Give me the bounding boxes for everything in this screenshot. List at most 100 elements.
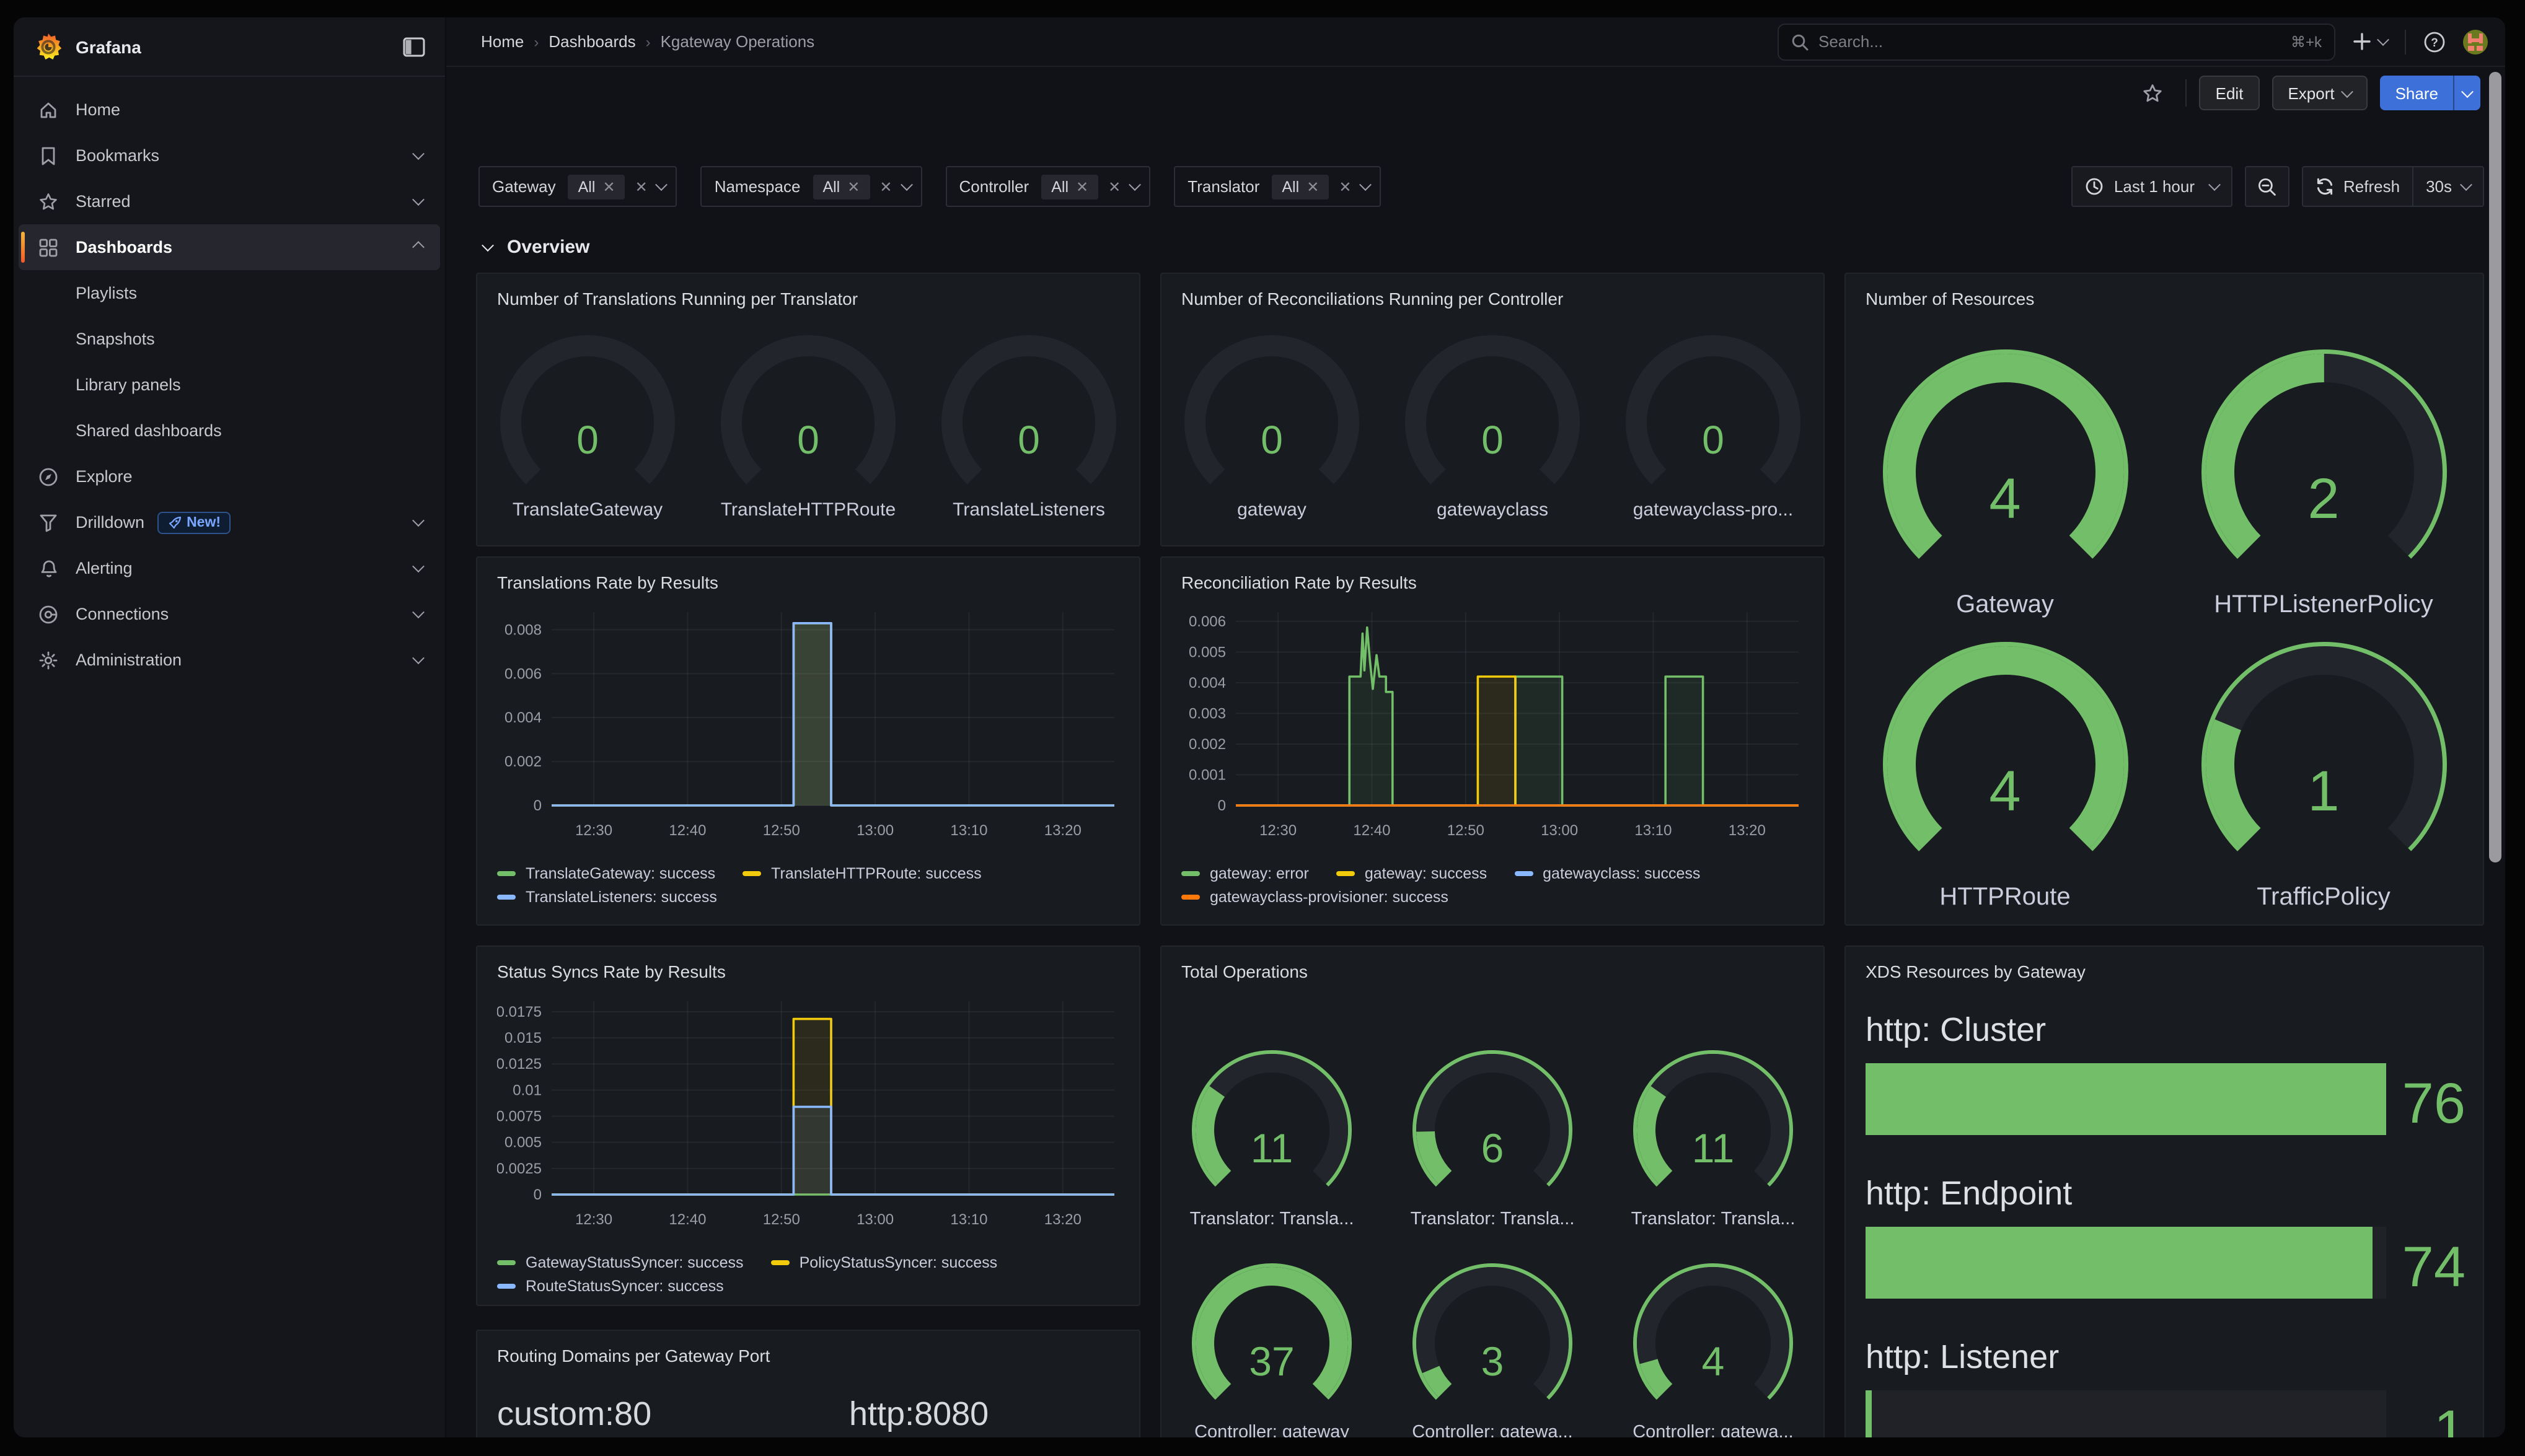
svg-text:0.0175: 0.0175 — [497, 1004, 542, 1020]
filter-clear-icon[interactable]: ✕ — [1108, 178, 1121, 195]
chart-plot[interactable]: 00.0020.0040.0060.00812:3012:4012:5013:0… — [497, 600, 1122, 867]
chip-remove-icon[interactable]: ✕ — [1076, 178, 1088, 195]
chevron-down-icon — [412, 147, 425, 160]
legend-swatch — [497, 1260, 516, 1266]
filter-value-chip[interactable]: All✕ — [1041, 174, 1098, 199]
sidebar-item-home[interactable]: Home — [19, 87, 440, 133]
compass-icon — [38, 467, 58, 486]
grafana-logo-icon[interactable] — [33, 32, 63, 61]
svg-text:12:50: 12:50 — [763, 1211, 800, 1228]
share-button[interactable]: Share — [2381, 76, 2480, 110]
time-range-picker[interactable]: Last 1 hour — [2072, 166, 2232, 207]
breadcrumb-item[interactable]: Home — [481, 32, 524, 51]
add-button[interactable] — [2353, 32, 2387, 51]
scrollbar-thumb[interactable] — [2489, 72, 2501, 862]
filter-translator[interactable]: Translator All✕ ✕ — [1174, 166, 1381, 207]
legend-item[interactable]: RouteStatusSyncer: success — [497, 1278, 724, 1295]
share-dropdown-button[interactable] — [2453, 76, 2480, 110]
filter-clear-icon[interactable]: ✕ — [635, 178, 648, 195]
filter-value-chip[interactable]: All✕ — [813, 174, 870, 199]
sidebar-item-explore[interactable]: Explore — [19, 454, 440, 499]
dock-menu-icon[interactable] — [403, 37, 425, 56]
search-input[interactable]: Search... ⌘+k — [1778, 23, 2335, 60]
edit-button[interactable]: Edit — [2200, 76, 2260, 110]
legend-item[interactable]: TranslateGateway: success — [497, 865, 715, 882]
chart-plot[interactable]: 00.0010.0020.0030.0040.0050.00612:3012:4… — [1181, 600, 1806, 867]
filter-gateway[interactable]: Gateway All✕ ✕ — [478, 166, 677, 207]
chart-plot[interactable]: 00.00250.0050.00750.010.01250.0150.01751… — [497, 989, 1122, 1256]
filter-label: Namespace — [715, 177, 803, 196]
svg-text:12:30: 12:30 — [1259, 822, 1297, 839]
legend-item[interactable]: gatewayclass-provisioner: success — [1181, 888, 1448, 906]
panel-title[interactable]: Routing Domains per Gateway Port — [497, 1346, 770, 1366]
legend-item[interactable]: gatewayclass: success — [1514, 865, 1700, 882]
sidebar-item-starred[interactable]: Starred — [19, 178, 440, 224]
breadcrumb-item[interactable]: Dashboards — [549, 32, 635, 51]
chip-remove-icon[interactable]: ✕ — [847, 178, 860, 195]
panel-title[interactable]: Reconciliation Rate by Results — [1181, 572, 1417, 592]
new-badge: New! — [157, 511, 231, 533]
sidebar-item-dashboards[interactable]: Dashboards — [19, 224, 440, 270]
panel-title[interactable]: Total Operations — [1181, 962, 1308, 981]
gauge-label: gateway — [1168, 499, 1376, 520]
panel-title[interactable]: XDS Resources by Gateway — [1866, 962, 2086, 981]
filter-clear-icon[interactable]: ✕ — [1339, 178, 1351, 195]
filter-clear-icon[interactable]: ✕ — [879, 178, 892, 195]
filter-value-chip[interactable]: All✕ — [1272, 174, 1329, 199]
bell-icon — [38, 558, 58, 578]
legend-swatch — [497, 895, 516, 900]
chip-remove-icon[interactable]: ✕ — [1307, 178, 1319, 195]
gauge-controller-gateway: 37Controller: gateway — [1165, 1247, 1378, 1437]
chevron-down-icon[interactable] — [1360, 178, 1372, 191]
panel-title[interactable]: Number of Translations Running per Trans… — [497, 289, 858, 309]
panel-title[interactable]: Status Syncs Rate by Results — [497, 962, 726, 981]
chevron-down-icon[interactable] — [1129, 178, 1141, 191]
filter-controller[interactable]: Controller All✕ ✕ — [946, 166, 1151, 207]
user-avatar[interactable] — [2463, 29, 2488, 54]
svg-text:0: 0 — [1218, 797, 1226, 814]
gauge-value: 2 — [2169, 465, 2479, 532]
refresh-interval-dropdown[interactable]: 30s — [2412, 167, 2483, 206]
sidebar-item-label: Administration — [76, 651, 182, 669]
legend-item[interactable]: PolicyStatusSyncer: success — [771, 1254, 998, 1271]
chevron-down-icon[interactable] — [656, 178, 668, 191]
gauge-translator-transla-: 6Translator: Transla... — [1386, 1033, 1599, 1247]
help-icon[interactable]: ? — [2423, 30, 2446, 53]
panel-title[interactable]: Translations Rate by Results — [497, 572, 718, 592]
legend-item[interactable]: gateway: error — [1181, 865, 1309, 882]
chip-remove-icon[interactable]: ✕ — [602, 178, 615, 195]
chevron-down-icon[interactable] — [901, 178, 913, 191]
favorite-star-icon[interactable] — [2143, 82, 2164, 103]
gauge-label: Controller: gatewa... — [1606, 1423, 1820, 1437]
sidebar-item-playlists[interactable]: Playlists — [19, 270, 440, 316]
sidebar-item-label: Bookmarks — [76, 146, 159, 165]
gauge-translator-transla-: 11Translator: Transla... — [1606, 1033, 1820, 1247]
legend-item[interactable]: GatewayStatusSyncer: success — [497, 1254, 744, 1271]
panel-title[interactable]: Number of Resources — [1866, 289, 2034, 309]
panel-title[interactable]: Number of Reconciliations Running per Co… — [1181, 289, 1563, 309]
panel-number-of-resources: Number of Resources 4Gateway2HTTPListene… — [1844, 273, 2484, 926]
filter-namespace[interactable]: Namespace All✕ ✕ — [701, 166, 922, 207]
sidebar-item-administration[interactable]: Administration — [19, 637, 440, 683]
sidebar-item-drilldown[interactable]: DrilldownNew! — [19, 499, 440, 545]
svg-text:0.015: 0.015 — [505, 1030, 542, 1046]
sidebar-item-snapshots[interactable]: Snapshots — [19, 316, 440, 362]
sidebar-item-bookmarks[interactable]: Bookmarks — [19, 133, 440, 178]
panels-grid: Number of Translations Running per Trans… — [446, 273, 2505, 1437]
breadcrumb-item: Kgateway Operations — [661, 32, 815, 51]
zoom-out-button[interactable] — [2244, 166, 2289, 207]
sidebar-item-shared-dashboards[interactable]: Shared dashboards — [19, 408, 440, 454]
gauge-group: 4Gateway2HTTPListenerPolicy4HTTPRoute1Tr… — [1846, 343, 2483, 926]
sidebar-item-library-panels[interactable]: Library panels — [19, 362, 440, 408]
legend-item[interactable]: TranslateHTTPRoute: success — [743, 865, 981, 882]
legend-item[interactable]: TranslateListeners: success — [497, 888, 717, 906]
export-button[interactable]: Export — [2272, 76, 2368, 110]
section-overview[interactable]: Overview — [446, 228, 2505, 265]
legend-item[interactable]: gateway: success — [1336, 865, 1487, 882]
filter-value-chip[interactable]: All✕ — [568, 174, 625, 199]
sidebar-item-alerting[interactable]: Alerting — [19, 545, 440, 591]
gauge-label: Controller: gatewa... — [1386, 1423, 1599, 1437]
sidebar-item-connections[interactable]: Connections — [19, 591, 440, 637]
refresh-button[interactable]: Refresh — [2302, 167, 2412, 206]
panel-reconciliations-running: Number of Reconciliations Running per Co… — [1160, 273, 1825, 546]
